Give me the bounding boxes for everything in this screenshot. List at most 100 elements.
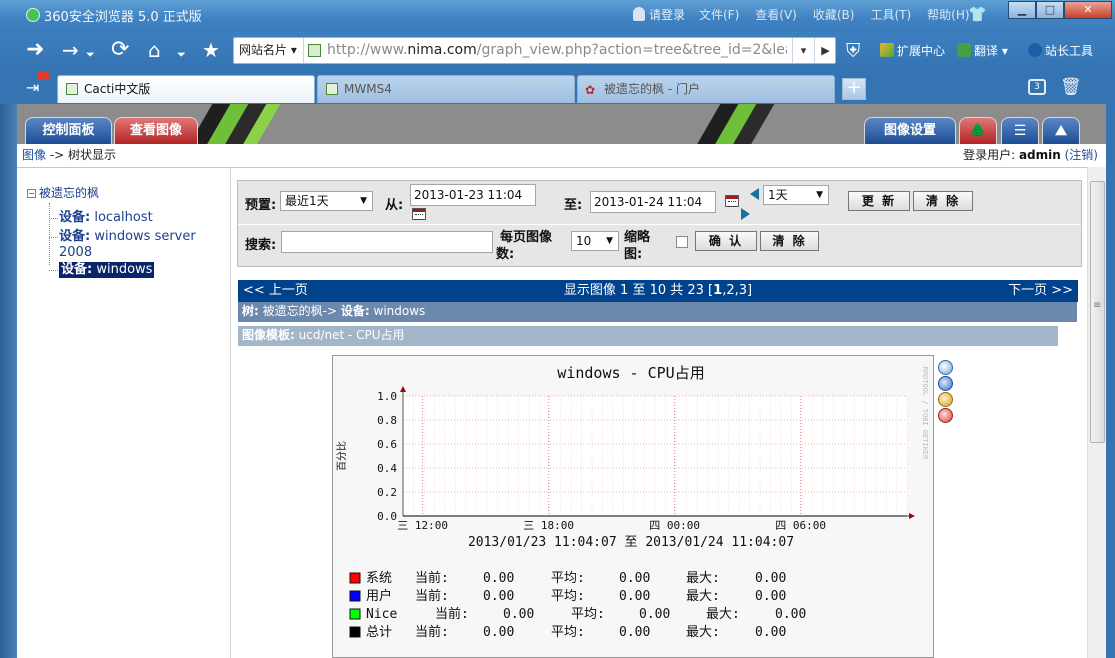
list-view-icon[interactable]: ☰	[1001, 117, 1039, 144]
preview-view-icon[interactable]: ⛰	[1042, 117, 1080, 144]
tab-favicon-icon	[326, 83, 338, 95]
menu-view[interactable]: 查看(V)	[753, 6, 799, 23]
scrollbar-thumb[interactable]	[1090, 181, 1105, 443]
cacti-header: 控制面板 查看图像 图像设置 🌲 ☰ ⛰	[17, 104, 1106, 144]
tree-node-localhost[interactable]: 设备: localhost	[49, 210, 153, 226]
extensions-icon	[880, 43, 894, 57]
minimize-button[interactable]: ▁	[1008, 1, 1036, 19]
search-input[interactable]	[281, 231, 493, 253]
per-page-select[interactable]: 10 ▼	[571, 231, 619, 251]
webmaster-tools-button[interactable]: 站长工具	[1028, 42, 1093, 59]
page-links[interactable]: ,2,3]	[722, 283, 752, 298]
tree-line	[49, 203, 50, 265]
url-text[interactable]: http://www.nima.com/graph_view.php?actio…	[327, 42, 787, 58]
tree-node-windows[interactable]: 设备: windows	[49, 262, 155, 278]
y-axis-label: 百分比	[336, 441, 348, 471]
zoom-graph-icon[interactable]	[938, 360, 953, 375]
tab-console[interactable]: 控制面板	[25, 117, 112, 144]
go-button[interactable]: ▶	[814, 38, 836, 63]
x-tick-label: 四 00:00	[649, 519, 700, 532]
page-favicon-icon	[308, 44, 321, 57]
legend-average-label: 平均:	[551, 571, 585, 586]
clear-button[interactable]: 清 除	[913, 191, 973, 211]
preset-select[interactable]: 最近1天 ▼	[280, 191, 373, 211]
page-scrollbar[interactable]	[1087, 167, 1106, 658]
tab-mwms4[interactable]: MWMS4	[317, 75, 575, 103]
forward-menu-icon[interactable]: ⏷	[86, 42, 95, 68]
export-csv-icon[interactable]	[938, 376, 953, 391]
tree-node-windows-server-2008[interactable]: 设备: windows server 2008	[49, 229, 209, 261]
debug-graph-icon[interactable]	[938, 408, 953, 423]
sidebar-toggle-icon[interactable]: ⇥	[26, 78, 39, 97]
menu-file[interactable]: 文件(F)	[697, 6, 741, 23]
forward-icon[interactable]: →	[62, 37, 79, 63]
y-tick-label: 0.4	[377, 462, 397, 475]
tab-graph-settings[interactable]: 图像设置	[864, 117, 956, 144]
y-tick-label: 0.6	[377, 438, 397, 451]
time-range: 2013/01/23 11:04:07 至 2013/01/24 11:04:0…	[468, 535, 794, 550]
maximize-button[interactable]: □	[1036, 1, 1064, 19]
skin-icon[interactable]: 👕	[968, 5, 987, 23]
home-icon[interactable]: ⌂	[148, 37, 161, 63]
menu-help[interactable]: 帮助(H)	[925, 6, 971, 23]
home-menu-icon[interactable]: ⏷	[177, 42, 186, 68]
tab-cacti[interactable]: Cacti中文版	[57, 75, 315, 103]
from-calendar-icon[interactable]	[412, 208, 426, 220]
next-page-link[interactable]: 下一页 >>	[1008, 280, 1073, 301]
address-bar[interactable]: 网站名片 ▾ http://www.nima.com/graph_view.ph…	[233, 37, 836, 64]
tab-portal[interactable]: ✿ 被遗忘的枫 - 门户	[577, 75, 835, 103]
from-date-input[interactable]: 2013-01-23 11:04	[410, 184, 536, 206]
shift-right-icon[interactable]	[741, 208, 750, 220]
x-tick-label: 三 18:00	[523, 519, 574, 532]
legend-swatch	[349, 572, 361, 584]
tree-view-icon[interactable]: 🌲	[959, 117, 997, 144]
tree-root[interactable]: − 被遗忘的枫	[27, 184, 99, 201]
refresh-icon[interactable]: ⟳	[111, 37, 129, 63]
login-link[interactable]: 请登录	[633, 6, 685, 23]
thumbnail-checkbox[interactable]	[676, 236, 688, 248]
cpu-graph[interactable]: 0.0 0.2 0.4 0.6 0.8 1.0 三 12:00 三 18:00 四 00:00 四…	[332, 355, 934, 658]
edit-graph-icon[interactable]	[938, 392, 953, 407]
site-card-dropdown[interactable]: 网站名片 ▾	[234, 38, 304, 63]
favorite-star-icon[interactable]: ★	[202, 37, 220, 63]
previous-page-link[interactable]: << 上一页	[243, 280, 308, 301]
collapse-icon[interactable]: −	[27, 189, 36, 198]
legend-average-label: 平均:	[551, 589, 585, 604]
trash-icon[interactable]: 🗑	[1060, 77, 1082, 97]
breadcrumb-graphs-link[interactable]: 图像	[22, 148, 46, 162]
breadcrumb-bar: 图像 -> 树状显示 登录用户: admin (注销)	[17, 144, 1106, 168]
shift-left-icon[interactable]	[750, 188, 759, 200]
translate-button[interactable]: 翻译 ▾	[957, 42, 1008, 59]
new-tab-button[interactable]: +	[842, 78, 866, 100]
legend-max-value: 0.00	[755, 589, 786, 604]
window-left-edge	[0, 104, 17, 658]
back-icon[interactable]: ➜	[26, 37, 44, 63]
refresh-button[interactable]: 更 新	[848, 191, 910, 211]
to-calendar-icon[interactable]	[725, 195, 739, 207]
legend-max-value: 0.00	[775, 607, 806, 622]
to-date-input[interactable]: 2013-01-24 11:04	[590, 191, 716, 213]
url-history-dropdown[interactable]: ▾	[792, 38, 814, 63]
legend-current-value: 0.00	[483, 589, 514, 604]
main-content: 预置: 最近1天 ▼ 从: 2013-01-23 11:04 至: 2013-01…	[232, 168, 1106, 658]
legend-current-label: 当前:	[435, 606, 469, 622]
login-info: 登录用户: admin (注销)	[963, 148, 1098, 162]
clear-search-button[interactable]: 清 除	[760, 231, 819, 251]
x-tick-label: 三 12:00	[397, 519, 448, 532]
closed-tabs-button[interactable]: 3	[1028, 79, 1046, 95]
tree-root-label: 被遗忘的枫	[39, 186, 100, 200]
template-header: 图像模板: ucd/net - CPU占用	[238, 326, 1058, 346]
tab-graphs[interactable]: 查看图像	[114, 117, 198, 144]
navigation-bar: ➜ → ⏷ ⟳ ⌂ ⏷ ★ 网站名片 ▾ http://www.nima.com…	[0, 32, 1115, 70]
notification-badge	[37, 72, 49, 80]
timespan-select[interactable]: 1天 ▼	[763, 185, 829, 205]
extensions-button[interactable]: 扩展中心	[880, 42, 945, 59]
menu-favorites[interactable]: 收藏(B)	[811, 6, 857, 23]
security-shield-icon[interactable]: ⛨	[846, 38, 860, 64]
logout-link[interactable]: (注销)	[1065, 148, 1098, 162]
confirm-button[interactable]: 确 认	[695, 231, 757, 251]
page-1-link[interactable]: 1	[713, 283, 722, 298]
menu-tools[interactable]: 工具(T)	[868, 6, 913, 23]
window-controls: ▁ □ ✕	[1008, 1, 1112, 19]
close-window-button[interactable]: ✕	[1064, 1, 1112, 19]
